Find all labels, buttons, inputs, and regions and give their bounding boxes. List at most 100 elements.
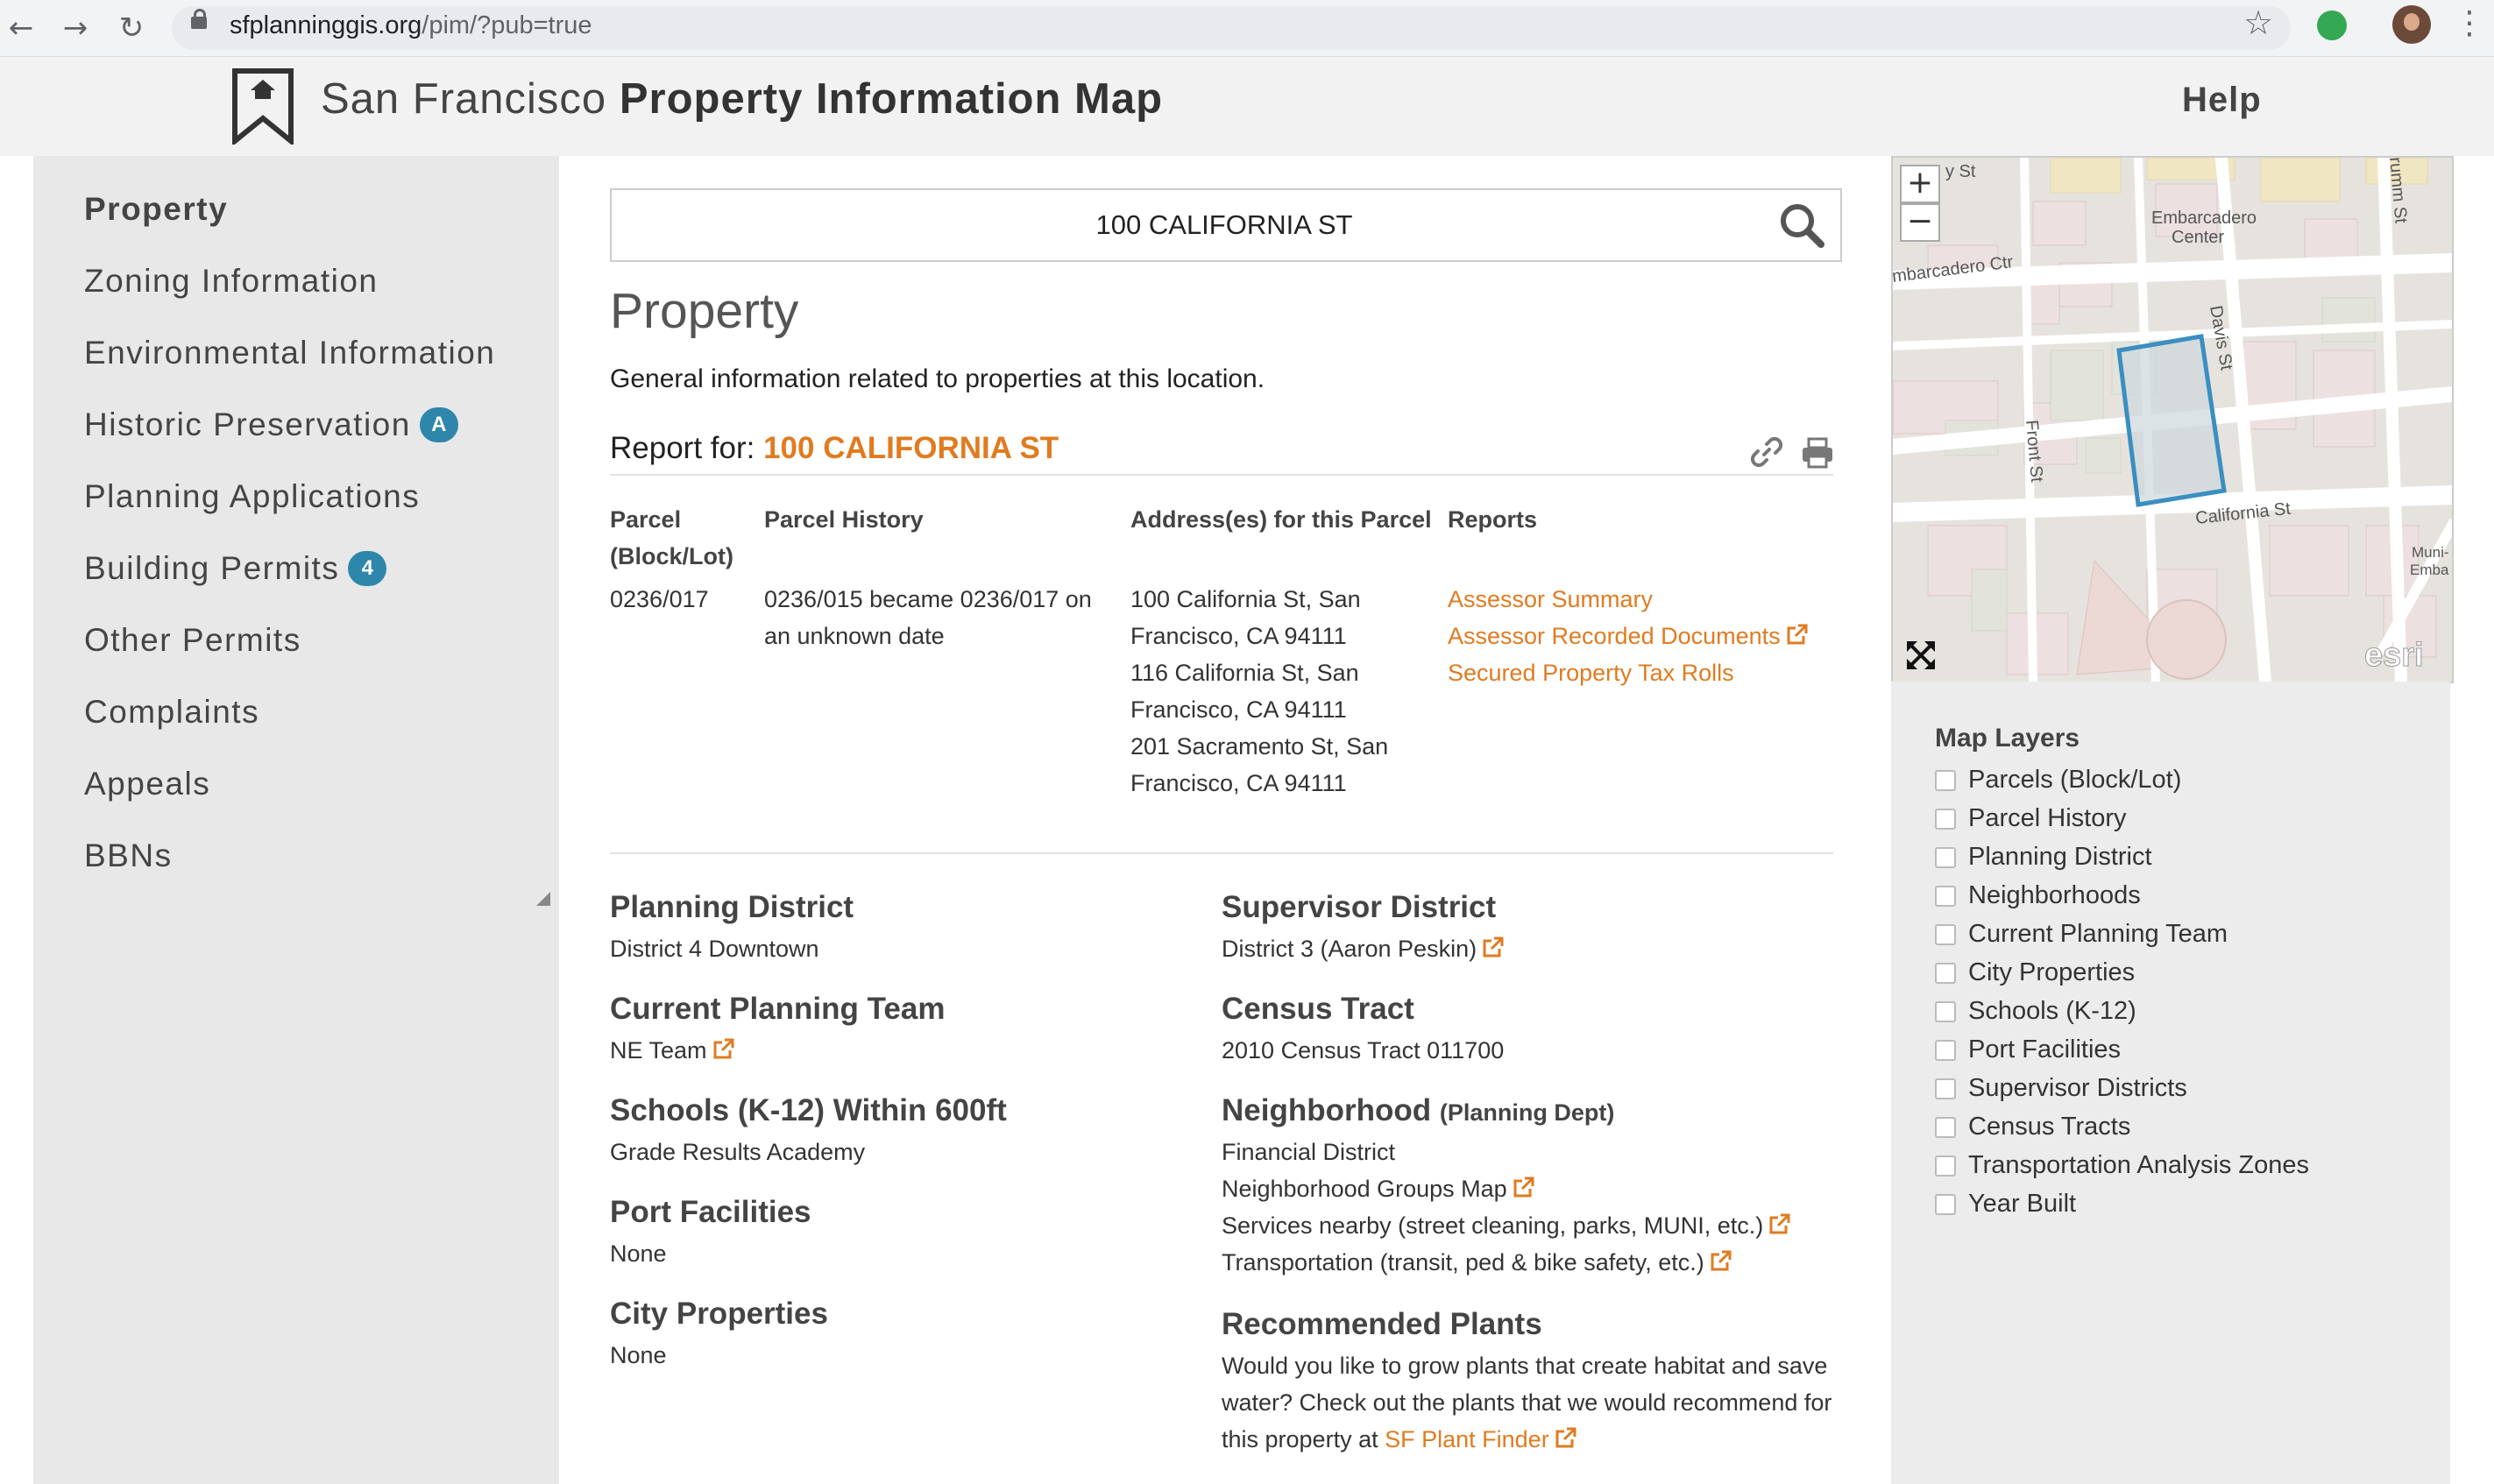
fullscreen-icon[interactable]: [1905, 640, 1937, 671]
services-nearby-link[interactable]: Services nearby (street cleaning, parks,…: [1222, 1207, 1791, 1244]
sf-plant-finder-link[interactable]: SF Plant Finder: [1385, 1426, 1577, 1452]
parcel-map[interactable]: Embarcadero Center mbarcadero Ctr Davis …: [1891, 156, 2454, 683]
external-link-icon: [1513, 1177, 1534, 1198]
map-canvas[interactable]: Embarcadero Center mbarcadero Ctr Davis …: [1893, 158, 2452, 682]
sidebar-item-planning-applications[interactable]: Planning Applications: [84, 478, 420, 515]
sidebar-item-zoning[interactable]: Zoning Information: [84, 263, 379, 300]
sidebar-item-label: Planning Applications: [84, 478, 421, 514]
parcel-column-header: Parcel (Block/Lot): [610, 501, 733, 575]
layer-schools[interactable]: Schools (K-12): [1935, 997, 2136, 1026]
neighborhood-section: Neighborhood (Planning Dept) Financial D…: [1222, 1093, 1791, 1281]
layer-checkbox[interactable]: [1935, 1193, 1956, 1215]
sidebar-item-other-permits[interactable]: Other Permits: [84, 622, 301, 659]
supervisor-district-section: Supervisor District District 3 (Aaron Pe…: [1222, 890, 1505, 967]
layer-checkbox[interactable]: [1935, 885, 1956, 907]
back-icon[interactable]: ←: [2, 9, 40, 47]
layer-current-planning-team[interactable]: Current Planning Team: [1935, 920, 2228, 949]
sidebar-item-environmental[interactable]: Environmental Information: [84, 335, 495, 371]
sidebar-item-property[interactable]: Property: [84, 191, 228, 228]
layer-label: Current Planning Team: [1968, 920, 2228, 948]
map-label: Center: [2172, 228, 2224, 247]
zoom-in-button[interactable]: +: [1900, 165, 1940, 203]
sidebar-item-label: Complaints: [84, 694, 260, 730]
url-text: sfplanninggis.org/pim/?pub=true: [230, 11, 592, 40]
layer-parcel-history[interactable]: Parcel History: [1935, 804, 2127, 833]
browser-menu-icon[interactable]: ⋮: [2454, 5, 2485, 41]
app-title: San Francisco Property Information Map: [321, 74, 1163, 124]
layer-checkbox[interactable]: [1935, 1155, 1956, 1177]
link-label: NE Team: [610, 1037, 707, 1064]
sidebar-item-appeals[interactable]: Appeals: [84, 766, 210, 802]
address-line: 100 California St, San: [1130, 586, 1361, 612]
census-tract-section: Census Tract 2010 Census Tract 011700: [1222, 992, 1504, 1069]
extension-icon[interactable]: [2317, 11, 2347, 40]
forward-icon[interactable]: →: [56, 9, 95, 47]
bookmark-star-icon[interactable]: ☆: [2243, 4, 2273, 42]
schools-section: Schools (K-12) Within 600ft Grade Result…: [610, 1093, 1007, 1170]
layer-supervisor-districts[interactable]: Supervisor Districts: [1935, 1074, 2187, 1103]
sidebar-item-historic-preservation[interactable]: Historic Preservation A: [84, 406, 458, 443]
neighborhood-groups-map-link[interactable]: Neighborhood Groups Map: [1222, 1170, 1791, 1207]
sidebar-item-label: Historic Preservation: [84, 406, 411, 442]
layer-label: Parcel History: [1968, 804, 2127, 832]
url-path: /pim/?pub=true: [422, 11, 592, 39]
assessor-recorded-documents-link[interactable]: Assessor Recorded Documents: [1448, 618, 1809, 654]
layer-checkbox[interactable]: [1935, 846, 1956, 868]
layer-checkbox[interactable]: [1935, 769, 1956, 791]
print-icon[interactable]: [1800, 435, 1835, 470]
resize-handle-icon[interactable]: [536, 892, 550, 906]
layer-checkbox[interactable]: [1935, 808, 1956, 830]
supervisor-district-link[interactable]: District 3 (Aaron Peskin): [1222, 930, 1505, 967]
address-line: Francisco, CA 94111: [1130, 770, 1347, 796]
address-line: 201 Sacramento St, San: [1130, 733, 1389, 760]
help-link[interactable]: Help: [2182, 81, 2262, 120]
layer-checkbox[interactable]: [1935, 1039, 1956, 1061]
layer-transportation-zones[interactable]: Transportation Analysis Zones: [1935, 1151, 2309, 1180]
report-for: Report for: 100 CALIFORNIA ST: [610, 431, 1059, 466]
layer-neighborhoods[interactable]: Neighborhoods: [1935, 881, 2141, 910]
port-facilities-value: None: [610, 1240, 667, 1267]
sidebar-item-label: Building Permits: [84, 550, 340, 586]
assessor-summary-link[interactable]: Assessor Summary: [1448, 581, 1809, 618]
sidebar-item-bbns[interactable]: BBNs: [84, 837, 173, 874]
layer-planning-district[interactable]: Planning District: [1935, 843, 2152, 872]
browser-toolbar: ← → ↻ sfplanninggis.org/pim/?pub=true ☆ …: [0, 0, 2494, 57]
layer-checkbox[interactable]: [1935, 1116, 1956, 1138]
zoom-out-button[interactable]: −: [1900, 203, 1940, 242]
layer-checkbox[interactable]: [1935, 962, 1956, 984]
parcel-number: 0236/017: [610, 586, 709, 612]
address-line: Francisco, CA 94111: [1130, 623, 1347, 649]
sidebar-item-building-permits[interactable]: Building Permits 4: [84, 550, 387, 587]
search-icon[interactable]: [1777, 201, 1826, 250]
reload-icon[interactable]: ↻: [112, 9, 151, 47]
layer-label: Transportation Analysis Zones: [1968, 1151, 2310, 1179]
sidebar-item-complaints[interactable]: Complaints: [84, 694, 259, 731]
ne-team-link[interactable]: NE Team: [610, 1032, 945, 1069]
parcel-history-header: Parcel History: [764, 506, 924, 533]
historic-rating-badge: A: [419, 407, 458, 442]
map-layers-panel: Map Layers Parcels (Block/Lot) Parcel Hi…: [1891, 682, 2450, 1484]
link-label: SF Plant Finder: [1385, 1426, 1549, 1452]
layer-year-built[interactable]: Year Built: [1935, 1190, 2076, 1219]
layer-parcels[interactable]: Parcels (Block/Lot): [1935, 766, 2181, 795]
parcel-history-line: an unknown date: [764, 623, 945, 649]
neighborhood-subtitle: (Planning Dept): [1439, 1099, 1615, 1126]
link-icon[interactable]: [1749, 435, 1784, 470]
profile-avatar[interactable]: [2392, 5, 2431, 44]
neighborhood-value: Financial District: [1222, 1139, 1396, 1165]
layer-census-tracts[interactable]: Census Tracts: [1935, 1113, 2130, 1141]
layer-checkbox[interactable]: [1935, 923, 1956, 945]
transportation-link[interactable]: Transportation (transit, ped & bike safe…: [1222, 1244, 1791, 1281]
reports-list: Assessor Summary Assessor Recorded Docum…: [1448, 581, 1809, 691]
layer-port-facilities[interactable]: Port Facilities: [1935, 1035, 2121, 1064]
secured-tax-rolls-link[interactable]: Secured Property Tax Rolls: [1448, 654, 1809, 691]
search-input[interactable]: [612, 190, 1751, 260]
layer-checkbox[interactable]: [1935, 1078, 1956, 1099]
sidebar-item-label: Zoning Information: [84, 263, 379, 299]
layer-city-properties[interactable]: City Properties: [1935, 958, 2135, 987]
reports-header: Reports: [1448, 506, 1538, 533]
planning-district-section: Planning District District 4 Downtown: [610, 890, 854, 967]
layer-checkbox[interactable]: [1935, 1000, 1956, 1022]
address-bar[interactable]: sfplanninggis.org/pim/?pub=true: [172, 6, 2291, 50]
parcel-history: 0236/015 became 0236/017 on an unknown d…: [764, 581, 1092, 654]
